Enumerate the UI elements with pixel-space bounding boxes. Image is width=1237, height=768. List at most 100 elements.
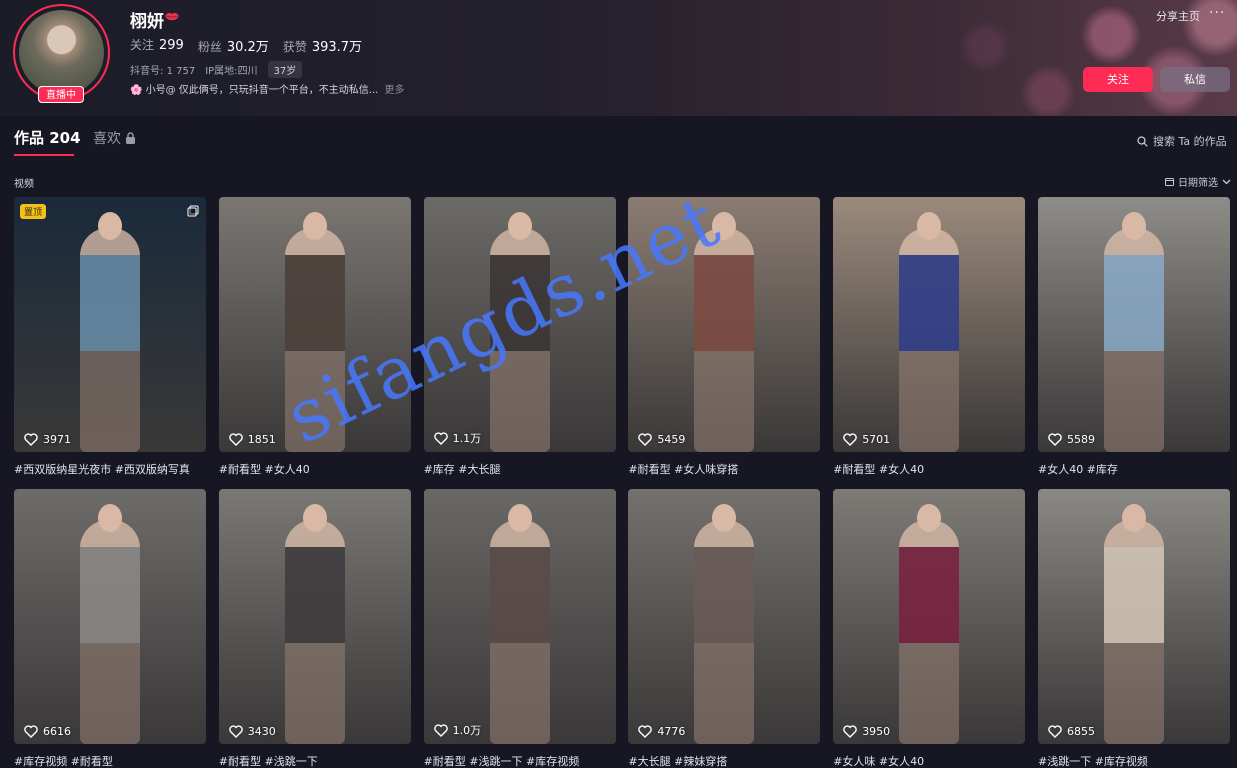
ip-location: IP属地:四川 [205,66,258,77]
bio-more-link[interactable]: 更多 [384,81,404,96]
share-profile-button[interactable]: 分享主页 [1156,8,1200,24]
video-likes: 3430 [229,725,276,738]
video-card[interactable]: 3430 #耐看型 #浅跳一下 [218,489,411,768]
video-card[interactable]: 1851 #耐看型 #女人40 [218,197,411,477]
video-card[interactable]: 5589 #女人40 #库存 [1038,197,1230,477]
stat-label: 粉丝 [197,40,222,54]
video-likes-count: 1851 [247,433,276,446]
video-likes: 5701 [843,433,890,446]
video-caption[interactable]: #库存 #大长腿 [424,461,616,477]
thumbnail-subject-head [302,504,327,533]
video-thumbnail[interactable]: 1.0万 [423,489,616,744]
thumbnail-subject-head [712,212,737,241]
video-card[interactable]: 5459 #耐看型 #女人味穿搭 [628,197,821,477]
video-likes-count: 6616 [43,725,71,738]
video-caption[interactable]: #大长腿 #辣妹穿搭 [628,753,820,768]
video-card[interactable]: 5701 #耐看型 #女人40 [833,197,1026,477]
heart-icon [433,431,448,445]
date-filter-dropdown[interactable]: 日期筛选 [1165,174,1231,189]
heart-icon [1048,433,1062,446]
tab-works[interactable]: 作品 204 [14,127,81,148]
video-card[interactable]: 1.1万 #库存 #大长腿 [423,197,616,477]
video-thumbnail[interactable]: 1.1万 [423,197,616,452]
video-caption[interactable]: #库存视频 #耐看型 [14,753,206,768]
thumbnail-subject [1104,519,1164,744]
heart-icon [433,723,448,737]
thumbnail-subject-head [1122,212,1146,241]
video-thumbnail[interactable]: 5459 [628,197,821,452]
video-caption[interactable]: #浅跳一下 #库存视频 [1038,753,1230,768]
thumbnail-subject-head [917,504,942,533]
video-card[interactable]: 6855 #浅跳一下 #库存视频 [1038,489,1230,768]
tab-likes-label: 喜欢 [93,131,121,147]
video-thumbnail[interactable]: 4776 [628,489,821,744]
video-caption[interactable]: #西双版纳星光夜市 #西双版纳写真 [14,461,206,477]
thumbnail-subject-head [98,504,122,533]
tab-likes[interactable]: 喜欢 [93,128,136,148]
video-likes: 6855 [1048,725,1095,738]
video-card[interactable]: 6616 #库存视频 #耐看型 [14,489,206,768]
calendar-icon [1165,178,1174,186]
follow-button[interactable]: 关注 [1083,67,1153,92]
stat-value: 299 [159,38,184,53]
thumbnail-subject [694,519,755,744]
stat-label: 获赞 [282,40,307,54]
video-likes-count: 3971 [43,433,71,446]
video-thumbnail[interactable]: 置顶 3971 [14,197,206,452]
stat-following[interactable]: 关注 299 [130,36,184,55]
search-works-button[interactable]: 搜索 Ta 的作品 [1137,133,1227,149]
thumbnail-subject [1104,227,1164,452]
video-likes: 1851 [229,433,276,446]
video-likes: 1.0万 [433,722,482,738]
thumbnail-subject [284,227,345,452]
video-likes-count: 3950 [862,725,891,738]
live-badge[interactable]: 直播中 [38,86,84,103]
stat-followers[interactable]: 粉丝 30.2万 [198,36,269,55]
search-works-label: 搜索 Ta 的作品 [1153,135,1227,148]
thumbnail-subject-head [507,212,532,241]
image-set-icon [187,205,199,217]
video-likes-count: 5701 [862,433,891,446]
video-likes: 1.1万 [433,430,481,446]
lips-icon [165,12,179,21]
thumbnail-subject [899,227,960,452]
message-button[interactable]: 私信 [1160,67,1230,92]
video-likes-count: 1.0万 [452,724,482,737]
video-thumbnail[interactable]: 3430 [218,489,411,744]
video-caption[interactable]: #女人味 #女人40 [833,753,1025,768]
video-card[interactable]: 置顶 3971 #西双版纳星光夜市 #西双版纳写真 [14,197,206,477]
video-card[interactable]: 1.0万 #耐看型 #浅跳一下 #库存视频 [423,489,616,768]
video-likes-count: 3430 [247,725,276,738]
thumbnail-subject-head [917,212,942,241]
more-options-icon[interactable]: ··· [1209,5,1225,21]
profile-meta: 抖音号: 1 757 IP属地:四川 37岁 [130,61,303,78]
video-likes-count: 6855 [1067,725,1095,738]
video-thumbnail[interactable]: 6616 [14,489,206,744]
video-caption[interactable]: #耐看型 #女人味穿搭 [628,461,820,477]
video-thumbnail[interactable]: 6855 [1038,489,1230,744]
heart-icon [843,433,857,446]
video-caption[interactable]: #耐看型 #女人40 [219,461,411,477]
search-icon [1137,135,1148,147]
douyin-id: 抖音号: 1 757 [130,66,196,77]
heart-icon [24,433,38,446]
video-thumbnail[interactable]: 5701 [833,197,1026,452]
video-caption[interactable]: #耐看型 #女人40 [833,461,1025,477]
video-likes-count: 4776 [657,725,686,738]
video-likes: 3971 [24,433,71,446]
video-thumbnail[interactable]: 5589 [1038,197,1230,452]
thumbnail-subject-head [302,212,327,241]
video-caption[interactable]: #耐看型 #浅跳一下 [219,753,411,768]
thumbnail-subject [284,519,345,744]
video-card[interactable]: 4776 #大长腿 #辣妹穿搭 [628,489,821,768]
date-filter-label: 日期筛选 [1178,178,1218,189]
video-thumbnail[interactable]: 3950 [833,489,1026,744]
video-caption[interactable]: #耐看型 #浅跳一下 #库存视频 [424,753,616,768]
stat-label: 关注 [130,38,155,52]
video-likes: 3950 [843,725,890,738]
avatar-image [19,10,104,95]
video-likes: 4776 [638,725,685,738]
video-caption[interactable]: #女人40 #库存 [1038,461,1230,477]
video-card[interactable]: 3950 #女人味 #女人40 [833,489,1026,768]
video-thumbnail[interactable]: 1851 [218,197,411,452]
